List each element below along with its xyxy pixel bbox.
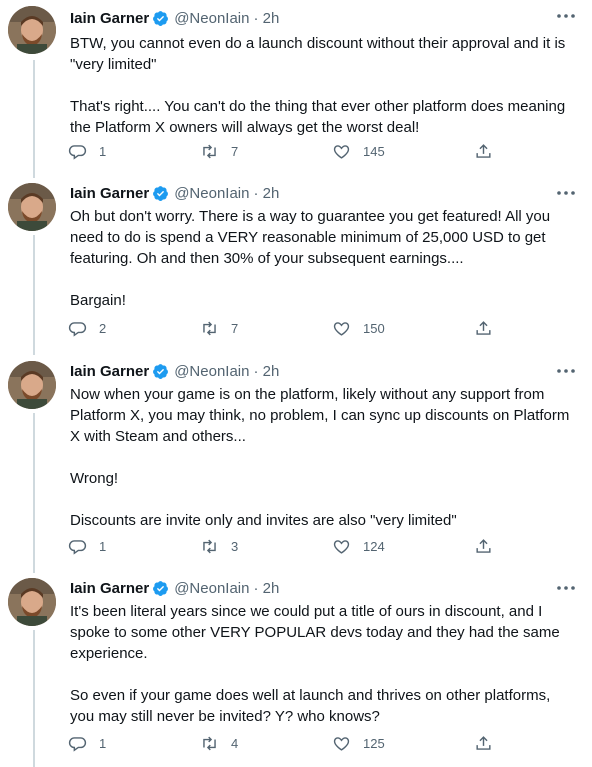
- tweet-time[interactable]: · 2h: [253, 185, 279, 202]
- reply-button[interactable]: 1: [68, 536, 106, 556]
- author-handle[interactable]: @NeonIain: [174, 580, 249, 597]
- retweet-button[interactable]: 3: [200, 536, 238, 556]
- verified-badge-icon: [153, 363, 169, 379]
- author-name[interactable]: Iain Garner: [70, 10, 149, 27]
- share-icon: [476, 320, 491, 335]
- retweet-count: 4: [231, 735, 239, 751]
- like-button[interactable]: 124: [332, 536, 385, 556]
- more-options-icon[interactable]: [556, 363, 576, 379]
- share-icon: [476, 735, 491, 750]
- like-count: 125: [363, 735, 385, 751]
- share-button[interactable]: [474, 141, 493, 161]
- tweet-text: Now when your game is on the platform, l…: [70, 386, 570, 529]
- tweet-text: Oh but don't worry. There is a way to gu…: [70, 208, 551, 309]
- thread-line: [33, 630, 35, 767]
- tweet-actions: 1 3 124: [68, 536, 508, 556]
- retweet-button[interactable]: 7: [200, 318, 238, 338]
- author-handle[interactable]: @NeonIain: [174, 10, 249, 27]
- retweet-button[interactable]: 4: [200, 733, 238, 753]
- reply-count: 2: [99, 320, 107, 336]
- more-options-icon[interactable]: [556, 185, 576, 201]
- retweet-count: 3: [231, 538, 239, 554]
- author-name[interactable]: Iain Garner: [70, 580, 149, 597]
- tweet-actions: 1 7 145: [68, 141, 508, 161]
- reply-icon: [68, 144, 87, 160]
- verified-badge-icon: [153, 580, 169, 596]
- like-icon: [333, 321, 350, 336]
- reply-count: 1: [99, 143, 107, 159]
- avatar[interactable]: [8, 361, 56, 409]
- like-count: 145: [363, 143, 385, 159]
- like-icon: [333, 144, 350, 159]
- author-name[interactable]: Iain Garner: [70, 185, 149, 202]
- share-icon: [476, 538, 491, 553]
- tweet-header: Iain Garner @NeonIain · 2h: [70, 578, 279, 598]
- share-button[interactable]: [474, 733, 493, 753]
- tweet-time[interactable]: · 2h: [253, 363, 279, 380]
- thread-line: [33, 60, 35, 178]
- share-button[interactable]: [474, 318, 493, 338]
- share-button[interactable]: [474, 536, 493, 556]
- share-icon: [476, 143, 491, 158]
- verified-badge-icon: [153, 10, 169, 26]
- retweet-count: 7: [231, 320, 239, 336]
- reply-icon: [68, 321, 87, 337]
- author-name[interactable]: Iain Garner: [70, 363, 149, 380]
- like-count: 150: [363, 320, 385, 336]
- tweet-actions: 1 4 125: [68, 733, 508, 753]
- like-button[interactable]: 145: [332, 141, 385, 161]
- like-icon: [333, 539, 350, 554]
- retweet-icon: [203, 539, 216, 553]
- reply-icon: [68, 539, 87, 555]
- author-handle[interactable]: @NeonIain: [174, 185, 249, 202]
- tweet-text: It's been literal years since we could p…: [70, 603, 560, 725]
- like-icon: [333, 736, 350, 751]
- author-handle[interactable]: @NeonIain: [174, 363, 249, 380]
- retweet-icon: [203, 144, 216, 158]
- tweet-time[interactable]: · 2h: [253, 580, 279, 597]
- retweet-count: 7: [231, 143, 239, 159]
- avatar[interactable]: [8, 6, 56, 54]
- tweet-actions: 2 7 150: [68, 318, 508, 338]
- tweet-text: BTW, you cannot even do a launch discoun…: [70, 35, 566, 136]
- reply-button[interactable]: 1: [68, 733, 106, 753]
- verified-badge-icon: [153, 185, 169, 201]
- retweet-button[interactable]: 7: [200, 141, 238, 161]
- thread-line: [33, 235, 35, 355]
- thread-line: [33, 413, 35, 573]
- more-options-icon[interactable]: [556, 580, 576, 596]
- retweet-icon: [203, 321, 216, 335]
- tweet-header: Iain Garner @NeonIain · 2h: [70, 361, 279, 381]
- more-options-icon[interactable]: [556, 8, 576, 24]
- avatar[interactable]: [8, 578, 56, 626]
- like-count: 124: [363, 538, 385, 554]
- tweet-header: Iain Garner @NeonIain · 2h: [70, 8, 279, 28]
- like-button[interactable]: 125: [332, 733, 385, 753]
- avatar[interactable]: [8, 183, 56, 231]
- reply-button[interactable]: 1: [68, 141, 106, 161]
- tweet-header: Iain Garner @NeonIain · 2h: [70, 183, 279, 203]
- reply-count: 1: [99, 538, 107, 554]
- retweet-icon: [203, 736, 216, 750]
- reply-count: 1: [99, 735, 107, 751]
- reply-button[interactable]: 2: [68, 318, 106, 338]
- reply-icon: [68, 736, 87, 752]
- tweet-time[interactable]: · 2h: [253, 10, 279, 27]
- like-button[interactable]: 150: [332, 318, 385, 338]
